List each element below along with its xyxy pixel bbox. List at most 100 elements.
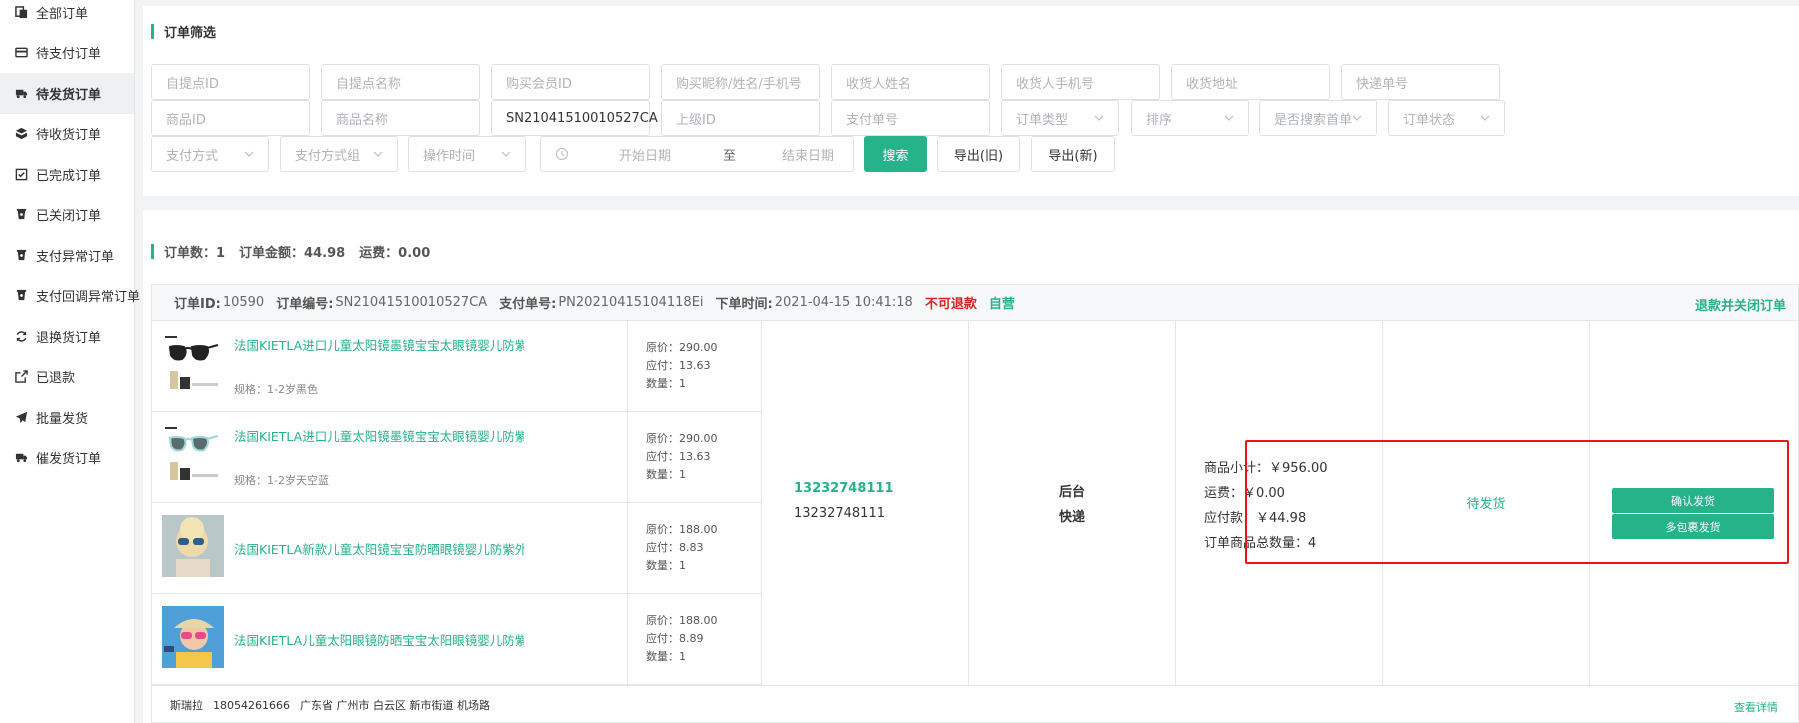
pay-no-input[interactable]: 支付单号: [831, 100, 990, 136]
goods-row: 法国KIETLA进口儿童太阳镜墨镜宝宝太眼镜婴儿防紫外线眼镜1-4岁规格：1-2…: [152, 412, 628, 503]
view-detail-link[interactable]: 查看详情: [1734, 699, 1778, 715]
goods-image[interactable]: [162, 515, 224, 577]
sidebar-item-label: 催发货订单: [36, 452, 102, 468]
sidebar-item[interactable]: 批量发货: [0, 397, 134, 438]
date-end: 结束日期: [782, 148, 835, 164]
goods-id-input[interactable]: 商品ID: [151, 100, 310, 136]
cup-icon: [14, 248, 28, 262]
sidebar-item[interactable]: 待支付订单: [0, 33, 134, 74]
sidebar-item[interactable]: 退换货订单: [0, 316, 134, 357]
filter-input-text: 商品ID: [166, 112, 206, 128]
filter-input[interactable]: 购买昵称/姓名/手机号: [661, 64, 820, 100]
box-icon: [14, 127, 28, 141]
filter-input-text: 上级ID: [676, 112, 716, 128]
sidebar-item[interactable]: 支付异常订单: [0, 235, 134, 276]
filter-select[interactable]: 支付方式: [151, 136, 269, 172]
copy-icon: [14, 5, 28, 19]
receiver-info: 斯瑞拉 18054261666 广东省 广州市 白云区 新市街道 机场路 查看详…: [152, 685, 1798, 723]
filter-input-text: 购买会员ID: [506, 76, 572, 92]
sidebar-item[interactable]: 已退款: [0, 357, 134, 398]
filter-input[interactable]: 自提点ID: [151, 64, 310, 100]
filter-input[interactable]: 收货人手机号: [1001, 64, 1160, 100]
goods-price-cell: 原价：188.00 应付：8.89 数量：1: [628, 594, 762, 685]
filter-input-text: 操作时间: [423, 148, 476, 164]
goods-row: 法国KIETLA进口儿童太阳镜墨镜宝宝太眼镜婴儿防紫外线眼镜1-4岁规格：1-2…: [152, 321, 628, 412]
filter-select[interactable]: 操作时间: [408, 136, 526, 172]
order-id-label: 订单ID:: [174, 297, 221, 312]
filter-input-text: 支付方式: [166, 148, 219, 164]
filter-input[interactable]: 收货地址: [1171, 64, 1330, 100]
filter-input-text: 自提点ID: [166, 76, 219, 92]
filter-input-text: 商品名称: [336, 112, 389, 128]
filter-input-text: SN21041510010527CA: [506, 110, 658, 126]
date-range-picker[interactable]: 开始日期 至 结束日期: [540, 136, 854, 172]
original-price: 原价：188.00: [646, 523, 718, 536]
payable-price: 应付：13.63: [646, 359, 711, 372]
goods-quantity: 数量：1: [646, 377, 686, 390]
original-price: 原价：290.00: [646, 432, 718, 445]
goods-name-input[interactable]: 商品名称: [321, 100, 480, 136]
goods-name-link[interactable]: 法国KIETLA进口儿童太阳镜墨镜宝宝太眼镜婴儿防紫外线眼镜1-4岁: [234, 335, 524, 354]
filter-input[interactable]: 收货人姓名: [831, 64, 990, 100]
goods-list: 法国KIETLA进口儿童太阳镜墨镜宝宝太眼镜婴儿防紫外线眼镜1-4岁规格：1-2…: [152, 321, 762, 685]
original-price: 原价：188.00: [646, 614, 718, 627]
sidebar-item-label: 已退款: [36, 371, 76, 387]
sidebar-item[interactable]: 全部订单: [0, 0, 134, 33]
ship-method: 快递: [1059, 510, 1086, 525]
filter-input-text: 订单状态: [1403, 112, 1456, 128]
chevron-down-icon: [1350, 111, 1364, 125]
chevron-down-icon: [1478, 111, 1492, 125]
payable-price: 应付：8.83: [646, 541, 704, 554]
filter-select[interactable]: 排序: [1131, 100, 1249, 136]
filter-input[interactable]: 购买会员ID: [491, 64, 650, 100]
card-icon: [14, 46, 28, 60]
filter-input-text: 自提点名称: [336, 76, 402, 92]
goods-spec: 规格：1-2岁黑色: [234, 383, 318, 396]
payable-price: 应付：8.89: [646, 632, 704, 645]
goods-spec: 规格：1-2岁天空蓝: [234, 474, 329, 487]
export-old-button[interactable]: 导出(旧): [937, 136, 1020, 172]
sidebar-item-label: 批量发货: [36, 411, 89, 427]
filter-input-text: 是否搜索首单: [1274, 112, 1353, 128]
sidebar-item[interactable]: 催发货订单: [0, 438, 134, 479]
receiver-name: 斯瑞拉: [170, 699, 203, 712]
sidebar-item[interactable]: 待收货订单: [0, 114, 134, 155]
chevron-down-icon: [1222, 111, 1236, 125]
filter-select[interactable]: 支付方式组: [280, 136, 398, 172]
sidebar-item[interactable]: 已完成订单: [0, 154, 134, 195]
filter-select[interactable]: 订单类型: [1001, 100, 1119, 136]
sidebar-item[interactable]: 支付回调异常订单: [0, 276, 140, 317]
goods-price-cell: 原价：290.00 应付：13.63 数量：1: [628, 321, 762, 412]
refund-close-link[interactable]: 退款并关闭订单: [1695, 295, 1786, 314]
parent-id-input[interactable]: 上级ID: [661, 100, 820, 136]
goods-image[interactable]: [162, 606, 224, 668]
filter-input[interactable]: 快递单号: [1341, 64, 1500, 100]
order-amount: 订单金额：44.98: [239, 246, 346, 261]
sidebar-item[interactable]: 已关闭订单: [0, 195, 134, 236]
goods-name-link[interactable]: 法国KIETLA进口儿童太阳镜墨镜宝宝太眼镜婴儿防紫外线眼镜1-4岁: [234, 426, 524, 445]
order-no-input[interactable]: SN21041510010527CA: [491, 100, 658, 136]
buyer-cell: 13232748111 13232748111: [762, 321, 969, 685]
filter-input-text: 支付方式组: [295, 148, 361, 164]
goods-image[interactable]: [162, 424, 224, 486]
goods-image[interactable]: [162, 333, 224, 395]
filter-select[interactable]: 订单状态: [1388, 100, 1505, 136]
sidebar-item-label: 退换货订单: [36, 330, 102, 346]
filter-input-text: 订单类型: [1016, 112, 1069, 128]
buyer-phone-link[interactable]: 13232748111: [794, 481, 894, 496]
order-no-label: 订单编号:: [276, 297, 334, 312]
check-square-icon: [14, 167, 28, 181]
share-icon: [14, 370, 28, 384]
filter-input[interactable]: 自提点名称: [321, 64, 480, 100]
chevron-down-icon: [499, 147, 513, 161]
self-tag: 自营: [988, 297, 1015, 312]
sidebar-item[interactable]: 待发货订单: [0, 73, 134, 114]
date-separator: 至: [723, 148, 737, 164]
order-time-label: 下单时间:: [715, 297, 773, 312]
ship-source: 后台: [1059, 485, 1086, 500]
filter-select[interactable]: 是否搜索首单: [1259, 100, 1377, 136]
goods-name-link[interactable]: 法国KIETLA新款儿童太阳镜宝宝防晒眼镜婴儿防紫外线限量款1-4岁: [234, 539, 524, 558]
search-button[interactable]: 搜索: [864, 136, 927, 172]
export-new-button[interactable]: 导出(新): [1031, 136, 1115, 172]
goods-name-link[interactable]: 法国KIETLA儿童太阳眼镜防晒宝宝太阳眼镜婴儿防紫外线眼镜1-4岁: [234, 630, 524, 649]
